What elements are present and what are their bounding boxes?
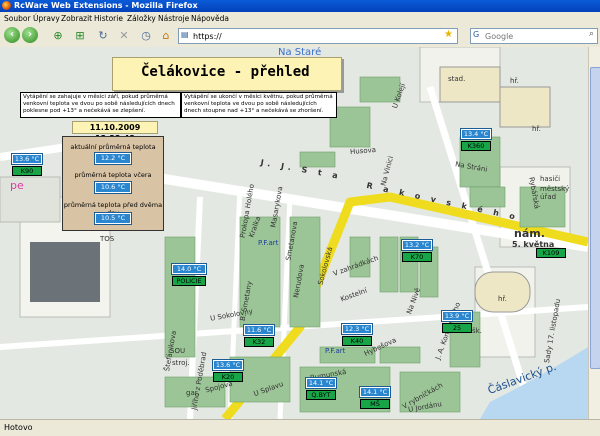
- label-playground-3: hř.: [498, 295, 507, 303]
- label-stroj: stroj.: [172, 359, 190, 367]
- history-icon[interactable]: ◷: [140, 30, 152, 42]
- bookmark-manage-icon[interactable]: ⊞: [74, 30, 86, 42]
- status-text: Hotovo: [4, 423, 33, 432]
- sensor-k32[interactable]: 11.6 °C K32: [243, 324, 275, 347]
- sensor-temp: 13.6 °C: [212, 359, 244, 371]
- home-icon[interactable]: ⌂: [160, 30, 172, 42]
- avg-temp-value: 12.2 °C: [94, 152, 132, 165]
- info-heating-end: Vytápění se ukončí v měsíci květnu, poku…: [181, 92, 337, 118]
- sensor-k40[interactable]: 12.3 °C K40: [341, 323, 373, 346]
- menu-tools[interactable]: Nástroje: [158, 14, 189, 23]
- sensor-k70[interactable]: 13.2 °C K70: [401, 239, 433, 262]
- sensor-name: K40: [342, 336, 372, 346]
- stop-icon[interactable]: ✕: [118, 30, 130, 42]
- window-title: RcWare Web Extensions - Mozilla Firefox: [14, 1, 198, 10]
- reload-icon[interactable]: ↻: [97, 30, 109, 42]
- page-title: Čelákovice - přehled: [141, 64, 310, 80]
- menu-view[interactable]: Zobrazit: [61, 14, 92, 23]
- menu-history[interactable]: Historie: [94, 14, 123, 23]
- twodays-temp-value: 10.5 °C: [94, 212, 132, 225]
- sensor-name: POLICIE: [172, 276, 206, 286]
- url-bar[interactable]: ▤ ★: [178, 28, 458, 44]
- sensor-ms[interactable]: 14.1 °C MŠ: [359, 386, 391, 409]
- avg-temp-label: aktuální průměrná teplota: [70, 143, 156, 151]
- menu-help[interactable]: Nápověda: [191, 14, 229, 23]
- label-school: šk.: [472, 327, 482, 335]
- sensor-temp: 11.6 °C: [243, 324, 275, 336]
- label-pe: pe: [10, 179, 24, 192]
- sensor-25[interactable]: 13.9 °C 25: [441, 310, 473, 333]
- sensor-name: MŠ: [360, 399, 390, 409]
- forward-button[interactable]: ›: [22, 27, 38, 43]
- sensor-k109[interactable]: K109: [536, 246, 566, 258]
- label-playground-1: hř.: [510, 77, 519, 85]
- sensor-name: K70: [402, 252, 432, 262]
- sensor-temp: 13.9 °C: [441, 310, 473, 322]
- sensor-temp: 14.1 °C: [305, 377, 337, 389]
- yesterday-temp-value: 10.6 °C: [94, 181, 132, 194]
- star-icon[interactable]: ★: [444, 29, 453, 40]
- label-stadium: stad.: [448, 75, 466, 83]
- label-tos: TOS: [100, 235, 115, 243]
- menu-file[interactable]: Soubor: [4, 14, 31, 23]
- sensor-temp: 14.0 °C: [171, 263, 207, 275]
- sensor-k20[interactable]: 13.6 °C K20: [212, 359, 244, 382]
- sensor-name: K109: [536, 248, 566, 258]
- label-pfart-2: P.F.art: [325, 347, 346, 355]
- label-square: nám.: [514, 227, 545, 240]
- label-town-hall: městský úřad: [540, 185, 570, 201]
- search-bar[interactable]: G ⌕: [470, 28, 598, 44]
- sensor-k90[interactable]: 13.6 °C K90: [11, 153, 43, 176]
- menu-bookmarks[interactable]: Záložky: [127, 14, 156, 23]
- sensor-name: Q.BYT: [306, 390, 336, 400]
- search-engine-icon[interactable]: G: [473, 30, 479, 39]
- label-fire-station: hasiči: [540, 175, 561, 183]
- info-heating-start: Vytápění se zahajuje v měsíci září, poku…: [20, 92, 181, 118]
- navigation-toolbar: ‹ › ⊕ ⊞ ↻ ✕ ◷ ⌂ ▤ ★ G ⌕: [0, 25, 600, 48]
- temperature-panel: aktuální průměrná teplota 12.2 °C průměr…: [62, 136, 164, 231]
- map-view: stad. hř. hř. hř. šk. TOS SOU stroj. gar…: [0, 47, 588, 419]
- search-input[interactable]: [485, 30, 579, 42]
- sensor-policie[interactable]: 14.0 °C POLICIE: [171, 263, 207, 286]
- sensor-name: K20: [213, 372, 243, 382]
- sensor-temp: 13.6 °C: [11, 153, 43, 165]
- label-pfart-1: P.F.art: [258, 239, 279, 247]
- menu-edit[interactable]: Úpravy: [33, 14, 60, 23]
- sensor-name: K32: [244, 337, 274, 347]
- datetime-display: 11.10.2009 13:22:43: [72, 121, 158, 143]
- scrollbar-thumb[interactable]: [590, 67, 600, 369]
- sensor-temp: 13.4 °C: [460, 128, 492, 140]
- overview-title-panel: Čelákovice - přehled: [112, 57, 342, 91]
- url-input[interactable]: [193, 30, 423, 42]
- bookmark-add-icon[interactable]: ⊕: [52, 30, 64, 42]
- sensor-temp: 14.1 °C: [359, 386, 391, 398]
- page-icon: ▤: [181, 30, 189, 39]
- sensor-k360[interactable]: 13.4 °C K360: [460, 128, 492, 151]
- label-playground-2: hř.: [532, 125, 541, 133]
- sensor-temp: 13.2 °C: [401, 239, 433, 251]
- sensor-name: K360: [461, 141, 491, 151]
- sensor-q-byt[interactable]: 14.1 °C Q.BYT: [305, 377, 337, 400]
- status-bar: Hotovo: [0, 419, 600, 436]
- yesterday-temp-label: průměrná teplota včera: [74, 171, 152, 179]
- back-button[interactable]: ‹: [4, 27, 20, 43]
- sensor-temp: 12.3 °C: [341, 323, 373, 335]
- sensor-name: 25: [442, 323, 472, 333]
- search-icon[interactable]: ⌕: [589, 29, 594, 39]
- vertical-scrollbar[interactable]: [588, 47, 600, 419]
- firefox-icon: [2, 1, 11, 10]
- sensor-name: K90: [12, 166, 42, 176]
- window-title-bar: RcWare Web Extensions - Mozilla Firefox: [0, 0, 600, 12]
- menu-bar: Soubor Úpravy Zobrazit Historie Záložky …: [0, 12, 600, 25]
